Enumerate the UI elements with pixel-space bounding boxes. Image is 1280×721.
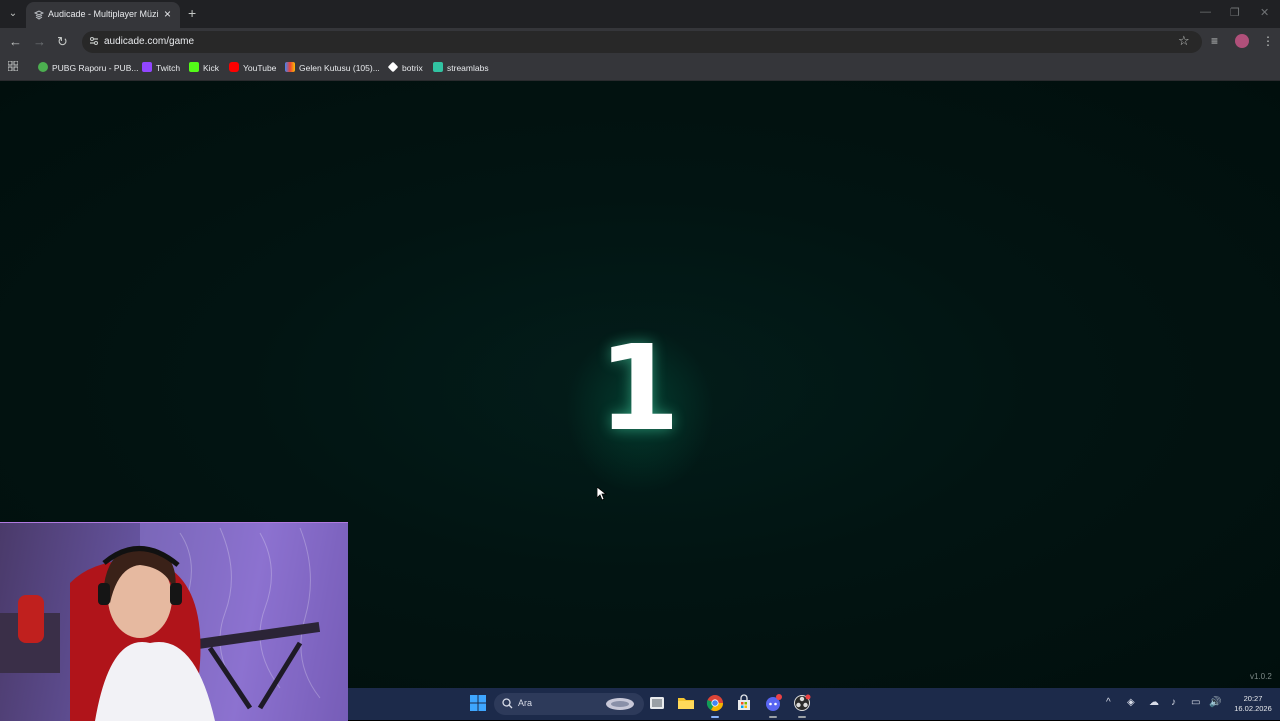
file-explorer-icon[interactable] bbox=[677, 694, 695, 712]
search-highlight-icon bbox=[606, 698, 634, 710]
streamer-webcam-image bbox=[0, 523, 348, 721]
reload-button[interactable]: ↻ bbox=[57, 34, 68, 50]
mouse-cursor-icon bbox=[597, 487, 607, 501]
webcam-overlay bbox=[0, 522, 348, 721]
countdown-number: 1 bbox=[598, 319, 681, 457]
bookmark-pubg-report[interactable]: PUBG Raporu - PUB... bbox=[38, 61, 138, 75]
tray-overflow-chevron-icon[interactable]: ^ bbox=[1106, 697, 1111, 708]
new-tab-button[interactable]: + bbox=[188, 5, 196, 21]
clock-time: 20:27 bbox=[1243, 694, 1263, 703]
bookmark-botrix[interactable]: botrix bbox=[387, 61, 423, 75]
chrome-icon[interactable] bbox=[706, 694, 724, 712]
taskbar-clock[interactable]: 20:27 16.02.2026 bbox=[1228, 694, 1278, 714]
bookmark-twitch[interactable]: Twitch bbox=[142, 61, 180, 75]
forward-button[interactable]: → bbox=[33, 34, 46, 50]
tab-search-chevron-icon[interactable]: ⌄ bbox=[4, 5, 22, 23]
volume-tray-icon[interactable]: 🔊 bbox=[1209, 697, 1221, 708]
bookmark-streamlabs[interactable]: streamlabs bbox=[433, 61, 489, 75]
streamlabs-icon bbox=[433, 62, 443, 72]
task-view-icon[interactable] bbox=[648, 694, 666, 712]
site-settings-icon[interactable] bbox=[88, 35, 100, 47]
browser-menu-icon[interactable]: ⋮ bbox=[1262, 34, 1274, 48]
microphone-tray-icon[interactable]: ♪ bbox=[1171, 697, 1176, 708]
discord-icon[interactable] bbox=[764, 694, 782, 712]
gmail-icon bbox=[285, 62, 295, 72]
network-tray-icon[interactable]: ▭ bbox=[1191, 697, 1200, 708]
windows-start-icon[interactable] bbox=[469, 694, 487, 712]
youtube-icon bbox=[229, 62, 239, 72]
close-window-icon[interactable]: ✕ bbox=[1260, 6, 1269, 19]
minimize-icon[interactable]: — bbox=[1200, 6, 1211, 18]
tab-strip: ⌄ Audicade - Multiplayer Müzik T × + — ❐… bbox=[0, 0, 1280, 28]
cloud-tray-icon[interactable]: ☁ bbox=[1149, 697, 1159, 708]
address-bar[interactable]: audicade.com/game ☆ bbox=[82, 31, 1202, 53]
bookmark-youtube[interactable]: YouTube bbox=[229, 61, 276, 75]
kick-icon bbox=[189, 62, 199, 72]
url-text: audicade.com/game bbox=[104, 36, 195, 47]
chrome-active-indicator bbox=[711, 716, 719, 718]
bookmark-gmail[interactable]: Gelen Kutusu (105)... bbox=[285, 61, 380, 75]
apps-grid-icon[interactable] bbox=[8, 61, 18, 71]
tab-title: Audicade - Multiplayer Müzik T bbox=[48, 9, 158, 19]
bookmark-kick[interactable]: Kick bbox=[189, 61, 219, 75]
taskbar-search-input[interactable]: Ara bbox=[494, 693, 644, 715]
obs-running-indicator bbox=[798, 716, 806, 718]
obs-icon[interactable] bbox=[793, 694, 811, 712]
tab-close-icon[interactable]: × bbox=[164, 8, 171, 20]
windows-taskbar: Ara ^ ◈ ☁ ♪ ▭ 🔊 20:27 16.02.2026 bbox=[348, 688, 1280, 720]
restore-icon[interactable]: ❐ bbox=[1230, 6, 1240, 19]
profile-avatar[interactable] bbox=[1235, 34, 1249, 48]
bookmarks-bar: PUBG Raporu - PUB... Twitch Kick YouTube… bbox=[0, 56, 1280, 81]
pubg-report-icon bbox=[38, 62, 48, 72]
steam-tray-icon[interactable]: ◈ bbox=[1127, 697, 1135, 708]
bookmark-star-icon[interactable]: ☆ bbox=[1178, 33, 1190, 49]
search-icon bbox=[502, 698, 513, 709]
audicade-favicon-icon bbox=[34, 10, 44, 20]
browser-toolbar: ← → ↻ audicade.com/game ☆ ≡ ⋮ bbox=[0, 28, 1280, 56]
microsoft-store-icon[interactable] bbox=[735, 694, 753, 712]
search-placeholder: Ara bbox=[518, 698, 533, 708]
version-label: v1.0.2 bbox=[1250, 672, 1272, 681]
twitch-icon bbox=[142, 62, 152, 72]
tab-audicade[interactable]: Audicade - Multiplayer Müzik T × bbox=[26, 2, 180, 28]
botrix-icon bbox=[387, 61, 399, 73]
clock-date: 16.02.2026 bbox=[1234, 704, 1272, 713]
back-button[interactable]: ← bbox=[9, 34, 22, 50]
media-controls-icon[interactable]: ≡ bbox=[1211, 34, 1218, 48]
discord-running-indicator bbox=[769, 716, 777, 718]
